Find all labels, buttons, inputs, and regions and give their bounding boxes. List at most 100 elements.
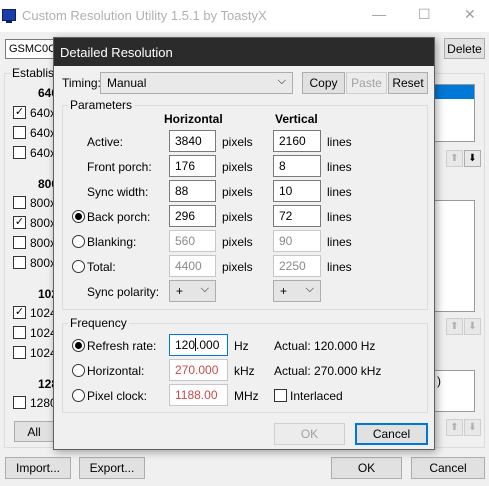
vertical-header: Vertical [275,112,318,126]
frequency-label: Frequency [68,316,129,330]
move-down-3-icon[interactable]: ⬇ [464,419,481,436]
h-blanking-input[interactable]: 560 [169,230,216,252]
sync-width-label: Sync width: [87,185,149,199]
checkbox-640-2[interactable] [13,126,26,139]
dialog-ok-button[interactable]: OK [274,423,345,445]
all-button[interactable]: All [14,421,54,442]
established-label: Establis [10,66,57,80]
h-sync-width-input[interactable]: 88 [169,180,216,202]
v-polarity-select[interactable]: + ⌵ [273,280,321,302]
import-button[interactable]: Import... [5,457,71,479]
pixel-clock-label: Pixel clock: [87,389,148,403]
chevron-down-icon: ⌵ [200,283,209,295]
back-porch-radio[interactable] [72,210,85,223]
blanking-label: Blanking: [87,235,137,249]
timing-select[interactable]: Manual ⌵ [100,72,293,94]
timing-value: Manual [107,76,147,90]
move-up-2-icon[interactable]: ⬆ [446,318,463,335]
h-back-porch-unit: pixels [222,210,253,224]
pixel-clock-input[interactable]: 1188.00 [169,384,228,406]
horizontal-freq-radio[interactable] [72,364,85,377]
refresh-rate-actual: Actual: 120.000 Hz [274,339,376,353]
v-back-porch-unit: lines [327,210,352,224]
h-polarity-value: + [176,284,184,298]
checkbox-800-4[interactable] [13,256,26,269]
h-blanking-unit: pixels [222,235,253,249]
extension-list[interactable]: ) [434,370,475,412]
refresh-rate-int: 120 [175,338,196,352]
refresh-rate-radio[interactable] [72,339,85,352]
h-polarity-select[interactable]: + ⌵ [169,280,216,302]
h-sync-width-unit: pixels [222,185,253,199]
total-radio[interactable] [72,260,85,273]
timing-label: Timing: [62,76,101,90]
h-front-porch-unit: pixels [222,160,253,174]
export-button[interactable]: Export... [79,457,145,479]
sync-polarity-label: Sync polarity: [87,285,160,299]
checkbox-1024-1[interactable]: ✓ [13,306,26,319]
checkbox-640-3[interactable] [13,146,26,159]
v-sync-width-unit: lines [327,185,352,199]
checkbox-1280-1[interactable] [13,396,26,409]
close-icon[interactable]: ✕ [464,6,476,23]
refresh-rate-frac: .000 [196,338,220,352]
reset-button[interactable]: Reset [388,72,428,94]
horizontal-header: Horizontal [164,112,223,126]
dialog-cancel-button[interactable]: Cancel [355,423,428,445]
refresh-rate-input[interactable]: 120.000 [169,334,228,356]
monitor-select[interactable]: GSMC0C8 [5,39,57,59]
selected-list-row[interactable] [435,85,474,99]
main-ok-button[interactable]: OK [331,457,402,479]
v-active-input[interactable]: 2160 [273,130,321,152]
active-label: Active: [87,135,124,149]
detailed-resolution-dialog: Detailed Resolution Timing: Manual ⌵ Cop… [53,37,435,450]
standard-list[interactable] [434,200,475,312]
back-porch-label: Back porch: [87,210,151,224]
interlaced-checkbox[interactable] [274,389,287,402]
move-up-icon[interactable]: ⬆ [446,150,463,167]
h-total-input[interactable]: 4400 [169,255,216,277]
checkbox-800-3[interactable] [13,236,26,249]
h-active-input[interactable]: 3840 [169,130,216,152]
v-front-porch-input[interactable]: 8 [273,155,321,177]
refresh-rate-unit: Hz [234,339,249,353]
chevron-down-icon: ⌵ [305,283,314,295]
horizontal-freq-actual: Actual: 270.000 kHz [274,364,382,378]
pixel-clock-radio[interactable] [72,389,85,402]
checkbox-640-1[interactable]: ✓ [13,106,26,119]
move-up-3-icon[interactable]: ⬆ [446,419,463,436]
maximize-icon[interactable]: ☐ [418,6,431,23]
main-cancel-button[interactable]: Cancel [411,457,485,479]
total-label: Total: [87,260,116,274]
front-porch-label: Front porch: [87,160,152,174]
chevron-down-icon: ⌵ [277,75,286,87]
paste-button[interactable]: Paste [346,72,387,94]
h-active-unit: pixels [222,135,253,149]
h-back-porch-input[interactable]: 296 [169,205,216,227]
copy-button[interactable]: Copy [302,72,345,94]
horizontal-freq-unit: kHz [234,364,255,378]
v-total-unit: lines [327,260,352,274]
blanking-radio[interactable] [72,235,85,248]
move-down-icon[interactable]: ⬇ [464,150,481,167]
h-front-porch-input[interactable]: 176 [169,155,216,177]
v-blanking-input[interactable]: 90 [273,230,321,252]
v-total-input[interactable]: 2250 [273,255,321,277]
parameters-label: Parameters [68,98,135,112]
main-window-title: Custom Resolution Utility 1.5.1 by Toast… [22,8,267,23]
checkbox-1024-3[interactable] [13,346,26,359]
checkbox-1024-2[interactable] [13,326,26,339]
v-blanking-unit: lines [327,235,352,249]
detailed-list[interactable] [434,84,475,142]
minimize-icon[interactable]: — [372,6,386,22]
checkbox-800-1[interactable] [13,196,26,209]
v-sync-width-input[interactable]: 10 [273,180,321,202]
v-polarity-value: + [280,284,288,298]
delete-button[interactable]: Delete [444,38,485,59]
checkbox-800-2[interactable]: ✓ [13,216,26,229]
pixel-clock-unit: MHz [234,389,259,403]
dialog-title: Detailed Resolution [54,38,434,66]
v-back-porch-input[interactable]: 72 [273,205,321,227]
horizontal-freq-input[interactable]: 270.000 [169,359,228,381]
move-down-2-icon[interactable]: ⬇ [464,318,481,335]
